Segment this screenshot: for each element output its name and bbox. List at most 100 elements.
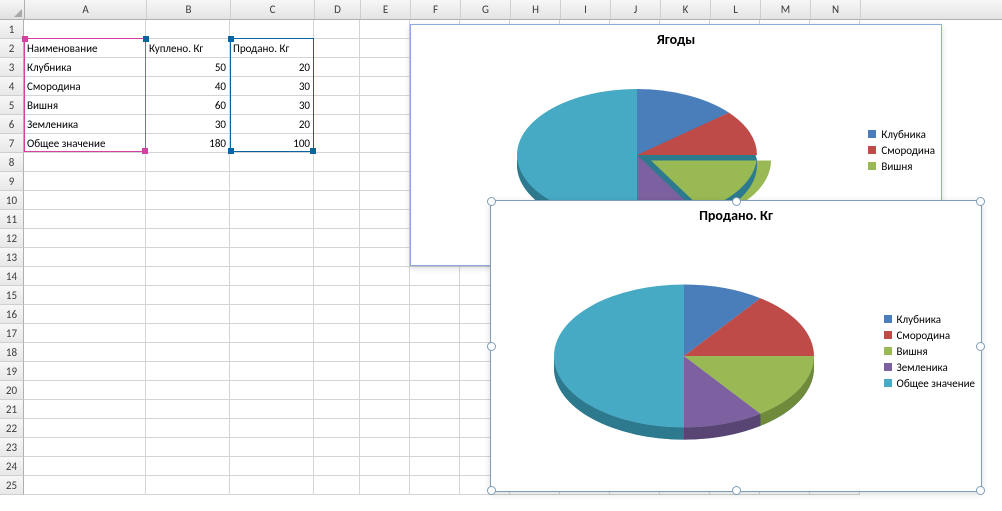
- cell-E13[interactable]: [360, 248, 410, 267]
- cell-B10[interactable]: [146, 191, 230, 210]
- cell-A15[interactable]: [24, 286, 146, 305]
- cell-D13[interactable]: [314, 248, 360, 267]
- cell-E10[interactable]: [360, 191, 410, 210]
- cell-B20[interactable]: [146, 381, 230, 400]
- resize-handle[interactable]: [487, 342, 496, 351]
- col-header-M[interactable]: M: [761, 0, 811, 19]
- row-header-3[interactable]: 3: [0, 58, 24, 77]
- row-header-7[interactable]: 7: [0, 134, 24, 153]
- cell-E14[interactable]: [360, 267, 410, 286]
- col-header-D[interactable]: D: [315, 0, 361, 19]
- col-header-E[interactable]: E: [361, 0, 411, 19]
- col-header-F[interactable]: F: [411, 0, 461, 19]
- cell-B11[interactable]: [146, 210, 230, 229]
- cell-A12[interactable]: [24, 229, 146, 248]
- cell-E2[interactable]: [360, 39, 410, 58]
- cell-D4[interactable]: [314, 77, 360, 96]
- cell-C18[interactable]: [230, 343, 314, 362]
- cell-D19[interactable]: [314, 362, 360, 381]
- resize-handle[interactable]: [976, 197, 985, 206]
- cell-B24[interactable]: [146, 457, 230, 476]
- cell-A19[interactable]: [24, 362, 146, 381]
- cell-B21[interactable]: [146, 400, 230, 419]
- row-header-22[interactable]: 22: [0, 419, 24, 438]
- cell-A20[interactable]: [24, 381, 146, 400]
- row-header-10[interactable]: 10: [0, 191, 24, 210]
- cell-B15[interactable]: [146, 286, 230, 305]
- cell-C16[interactable]: [230, 305, 314, 324]
- cell-F18[interactable]: [410, 343, 460, 362]
- cell-B23[interactable]: [146, 438, 230, 457]
- cell-F25[interactable]: [410, 476, 460, 495]
- cell-C5[interactable]: 30: [230, 96, 314, 115]
- cell-B18[interactable]: [146, 343, 230, 362]
- cell-C8[interactable]: [230, 153, 314, 172]
- row-header-23[interactable]: 23: [0, 438, 24, 457]
- row-header-15[interactable]: 15: [0, 286, 24, 305]
- row-header-8[interactable]: 8: [0, 153, 24, 172]
- cell-A24[interactable]: [24, 457, 146, 476]
- cell-E12[interactable]: [360, 229, 410, 248]
- row-header-17[interactable]: 17: [0, 324, 24, 343]
- cell-D18[interactable]: [314, 343, 360, 362]
- cell-D17[interactable]: [314, 324, 360, 343]
- cell-D8[interactable]: [314, 153, 360, 172]
- cell-C23[interactable]: [230, 438, 314, 457]
- cell-C3[interactable]: 20: [230, 58, 314, 77]
- cell-C17[interactable]: [230, 324, 314, 343]
- cell-A17[interactable]: [24, 324, 146, 343]
- cell-B7[interactable]: 180: [146, 134, 230, 153]
- cell-A22[interactable]: [24, 419, 146, 438]
- col-header-G[interactable]: G: [461, 0, 511, 19]
- cell-F23[interactable]: [410, 438, 460, 457]
- col-header-C[interactable]: C: [231, 0, 315, 19]
- col-header-B[interactable]: B: [147, 0, 231, 19]
- cell-B8[interactable]: [146, 153, 230, 172]
- cell-E4[interactable]: [360, 77, 410, 96]
- cell-A5[interactable]: Вишня: [24, 96, 146, 115]
- row-header-11[interactable]: 11: [0, 210, 24, 229]
- row-header-1[interactable]: 1: [0, 20, 24, 39]
- cell-A11[interactable]: [24, 210, 146, 229]
- cell-C10[interactable]: [230, 191, 314, 210]
- cell-E8[interactable]: [360, 153, 410, 172]
- cell-D21[interactable]: [314, 400, 360, 419]
- cell-F14[interactable]: [410, 267, 460, 286]
- cell-E6[interactable]: [360, 115, 410, 134]
- resize-handle[interactable]: [732, 486, 741, 495]
- row-header-4[interactable]: 4: [0, 77, 24, 96]
- resize-handle[interactable]: [487, 486, 496, 495]
- cell-A25[interactable]: [24, 476, 146, 495]
- cell-C21[interactable]: [230, 400, 314, 419]
- col-header-K[interactable]: K: [661, 0, 711, 19]
- cell-A3[interactable]: Клубника: [24, 58, 146, 77]
- cell-A7[interactable]: Общее значение: [24, 134, 146, 153]
- row-header-14[interactable]: 14: [0, 267, 24, 286]
- cell-C25[interactable]: [230, 476, 314, 495]
- cell-C13[interactable]: [230, 248, 314, 267]
- resize-handle[interactable]: [976, 342, 985, 351]
- row-header-12[interactable]: 12: [0, 229, 24, 248]
- cell-B12[interactable]: [146, 229, 230, 248]
- cell-D15[interactable]: [314, 286, 360, 305]
- cell-C2[interactable]: Продано. Кг: [230, 39, 314, 58]
- cell-A9[interactable]: [24, 172, 146, 191]
- cell-D5[interactable]: [314, 96, 360, 115]
- cell-C14[interactable]: [230, 267, 314, 286]
- cell-A1[interactable]: [24, 20, 146, 39]
- cell-E23[interactable]: [360, 438, 410, 457]
- cell-D20[interactable]: [314, 381, 360, 400]
- cell-D10[interactable]: [314, 191, 360, 210]
- cell-E16[interactable]: [360, 305, 410, 324]
- cell-D16[interactable]: [314, 305, 360, 324]
- cell-E5[interactable]: [360, 96, 410, 115]
- row-header-18[interactable]: 18: [0, 343, 24, 362]
- resize-handle[interactable]: [732, 197, 741, 206]
- col-header-I[interactable]: I: [561, 0, 611, 19]
- cell-A21[interactable]: [24, 400, 146, 419]
- cell-A4[interactable]: Смородина: [24, 77, 146, 96]
- row-header-19[interactable]: 19: [0, 362, 24, 381]
- cell-E1[interactable]: [360, 20, 410, 39]
- cell-A14[interactable]: [24, 267, 146, 286]
- cell-C9[interactable]: [230, 172, 314, 191]
